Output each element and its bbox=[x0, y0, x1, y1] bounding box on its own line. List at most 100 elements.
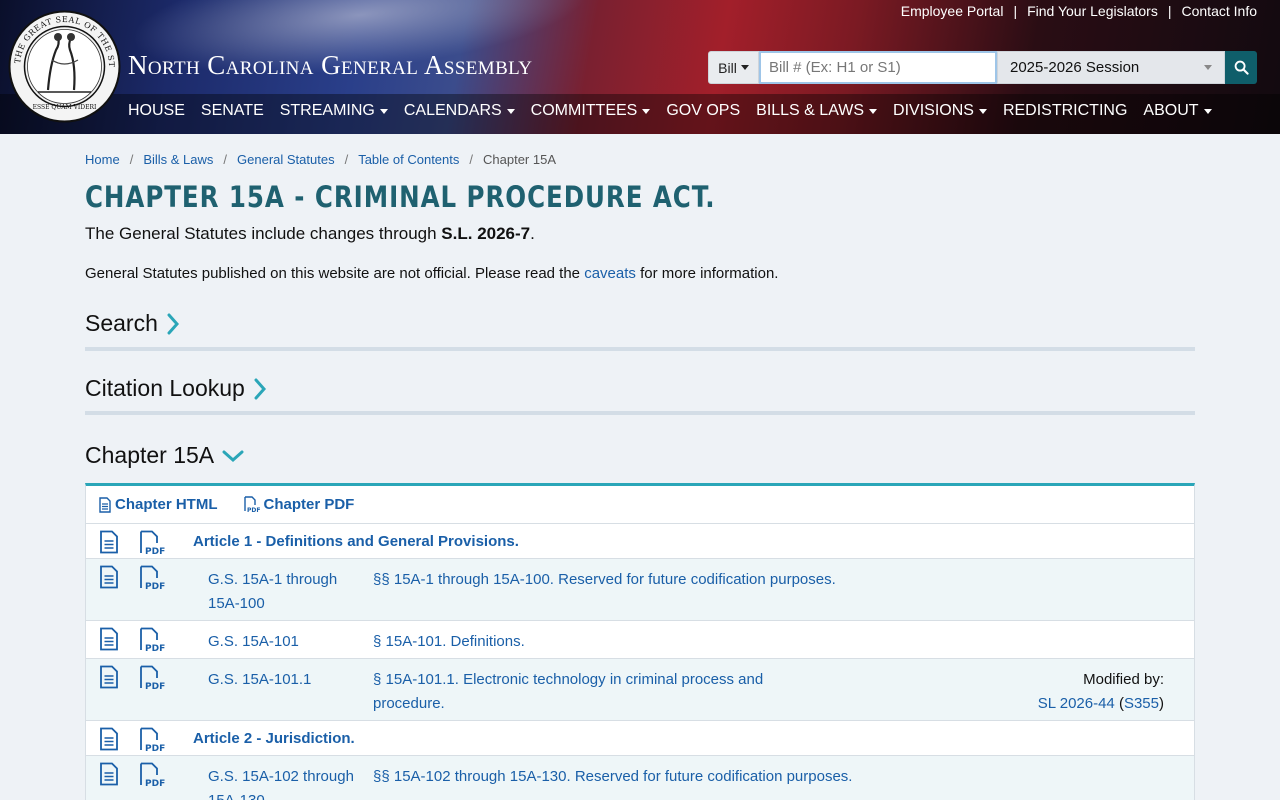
nav-label: STREAMING bbox=[279, 102, 375, 119]
breadcrumb-current: Chapter 15A bbox=[483, 152, 557, 167]
changes-suffix: . bbox=[530, 224, 535, 243]
nav-gov-ops[interactable]: GOV OPS bbox=[666, 102, 740, 120]
session-value: 2025-2026 Session bbox=[1010, 59, 1140, 76]
nav-about[interactable]: ABOUT bbox=[1143, 102, 1212, 120]
section-title-link[interactable]: § 15A-101.1. Electronic technology in cr… bbox=[373, 668, 793, 716]
nav-calendars[interactable]: CALENDARS bbox=[404, 102, 515, 120]
site-title[interactable]: North Carolina General Assembly bbox=[128, 50, 532, 81]
section-title-link[interactable]: §§ 15A-1 through 15A-100. Reserved for f… bbox=[373, 568, 933, 592]
article-title-link[interactable]: Article 2 - Jurisdiction. bbox=[193, 730, 355, 747]
svg-text:PDF: PDF bbox=[145, 547, 165, 556]
modified-by-label: Modified by: bbox=[1083, 671, 1164, 688]
chapter-pdf-label: Chapter PDF bbox=[263, 496, 355, 513]
chapter-pdf-link[interactable]: PDF Chapter PDF bbox=[243, 496, 355, 513]
chevron-down-icon bbox=[869, 108, 878, 114]
search-section-label: Search bbox=[85, 310, 158, 336]
section-row: PDF G.S. 15A-101.1 § 15A-101.1. Electron… bbox=[86, 659, 1194, 721]
html-document-icon[interactable] bbox=[99, 565, 119, 589]
search-button[interactable] bbox=[1225, 51, 1257, 84]
disclaimer-suffix: for more information. bbox=[635, 265, 779, 282]
nav-label: COMMITTEES bbox=[530, 102, 638, 119]
article-title-link[interactable]: Article 1 - Definitions and General Prov… bbox=[193, 533, 519, 550]
nav-streaming[interactable]: STREAMING bbox=[280, 102, 388, 120]
nav-committees[interactable]: COMMITTEES bbox=[531, 102, 651, 120]
nav-label: DIVISIONS bbox=[893, 102, 974, 119]
pdf-document-icon[interactable]: PDF bbox=[139, 727, 165, 753]
nav-label: GOV OPS bbox=[666, 102, 741, 119]
chevron-down-icon bbox=[642, 108, 651, 114]
gs-number-link[interactable]: G.S. 15A-102 through 15A-130 bbox=[208, 765, 358, 800]
chevron-down-icon bbox=[978, 108, 987, 114]
session-law-link[interactable]: SL 2026-44 bbox=[1038, 695, 1115, 712]
svg-text:PDF: PDF bbox=[145, 644, 165, 653]
main-nav: HOUSE SENATE STREAMING CALENDARS COMMITT… bbox=[128, 102, 1228, 120]
chevron-right-icon bbox=[167, 313, 179, 334]
chapter-section-toggle[interactable]: Chapter 15A bbox=[85, 442, 244, 469]
contact-info-link[interactable]: Contact Info bbox=[1182, 3, 1258, 19]
citation-lookup-toggle[interactable]: Citation Lookup bbox=[85, 375, 267, 402]
breadcrumb-home[interactable]: Home bbox=[85, 152, 120, 167]
breadcrumb-table-of-contents[interactable]: Table of Contents bbox=[358, 152, 459, 167]
nav-label: REDISTRICTING bbox=[1002, 102, 1128, 119]
employee-portal-link[interactable]: Employee Portal bbox=[901, 3, 1004, 19]
chevron-down-icon bbox=[740, 65, 749, 70]
official-disclaimer: General Statutes published on this websi… bbox=[85, 265, 778, 282]
pdf-document-icon[interactable]: PDF bbox=[139, 565, 165, 591]
disclaimer-prefix: General Statutes published on this websi… bbox=[85, 265, 585, 282]
state-seal-icon[interactable]: ESSE QUAM VIDERI THE GREAT SEAL OF THE S… bbox=[8, 10, 121, 123]
svg-text:PDF: PDF bbox=[145, 682, 165, 691]
nav-label: SENATE bbox=[200, 102, 264, 119]
breadcrumb-bills-laws[interactable]: Bills & Laws bbox=[143, 152, 213, 167]
nav-bills-laws[interactable]: BILLS & LAWS bbox=[756, 102, 878, 120]
svg-text:PDF: PDF bbox=[145, 779, 165, 788]
find-legislators-link[interactable]: Find Your Legislators bbox=[1027, 3, 1158, 19]
breadcrumb-general-statutes[interactable]: General Statutes bbox=[237, 152, 335, 167]
pdf-document-icon[interactable]: PDF bbox=[139, 762, 165, 788]
nav-senate[interactable]: SENATE bbox=[201, 102, 264, 120]
html-document-icon[interactable] bbox=[99, 530, 119, 554]
html-document-icon bbox=[99, 496, 111, 513]
pdf-document-icon[interactable]: PDF bbox=[139, 627, 165, 653]
article-row: PDF Article 1 - Definitions and General … bbox=[86, 524, 1194, 559]
modified-by-refs: SL 2026-44 (S355) bbox=[1037, 695, 1164, 712]
chapter-html-label: Chapter HTML bbox=[115, 496, 218, 513]
html-document-icon[interactable] bbox=[99, 665, 119, 689]
site-header: ESSE QUAM VIDERI THE GREAT SEAL OF THE S… bbox=[0, 0, 1280, 134]
svg-text:ESSE QUAM VIDERI: ESSE QUAM VIDERI bbox=[33, 104, 97, 111]
session-select[interactable]: 2025-2026 Session bbox=[997, 51, 1225, 84]
section-title-link[interactable]: § 15A-101. Definitions. bbox=[373, 630, 813, 654]
html-document-icon[interactable] bbox=[99, 627, 119, 651]
section-divider bbox=[85, 347, 1195, 351]
changes-session-law: S.L. 2026-7 bbox=[441, 224, 531, 243]
chevron-down-icon bbox=[1204, 65, 1212, 70]
nav-house[interactable]: HOUSE bbox=[128, 102, 185, 120]
nav-label: BILLS & LAWS bbox=[756, 102, 865, 119]
html-document-icon[interactable] bbox=[99, 762, 119, 786]
utility-links: Employee Portal | Find Your Legislators … bbox=[901, 3, 1257, 19]
chapter-html-link[interactable]: Chapter HTML bbox=[99, 496, 218, 513]
modified-by-note: Modified by: SL 2026-44 (S355) bbox=[1038, 668, 1164, 716]
gs-number-link[interactable]: G.S. 15A-101.1 bbox=[208, 668, 358, 692]
nav-redistricting[interactable]: REDISTRICTING bbox=[1003, 102, 1127, 120]
section-title-link[interactable]: §§ 15A-102 through 15A-130. Reserved for… bbox=[373, 765, 953, 789]
chevron-down-icon bbox=[506, 108, 515, 114]
pdf-document-icon[interactable]: PDF bbox=[139, 530, 165, 556]
search-section-toggle[interactable]: Search bbox=[85, 310, 180, 337]
html-document-icon[interactable] bbox=[99, 727, 119, 751]
search-type-label: Bill bbox=[718, 59, 737, 76]
search-type-dropdown[interactable]: Bill bbox=[708, 51, 759, 84]
utility-separator: | bbox=[1167, 3, 1172, 19]
bill-link[interactable]: S355 bbox=[1124, 695, 1159, 712]
bill-number-input[interactable] bbox=[759, 51, 997, 84]
gs-number-link[interactable]: G.S. 15A-101 bbox=[208, 630, 358, 654]
article-row: PDF Article 2 - Jurisdiction. bbox=[86, 721, 1194, 756]
gs-number-link[interactable]: G.S. 15A-1 through 15A-100 bbox=[208, 568, 358, 616]
breadcrumb: Home / Bills & Laws / General Statutes /… bbox=[85, 152, 556, 167]
breadcrumb-separator: / bbox=[129, 152, 134, 167]
chevron-down-icon bbox=[1203, 108, 1212, 114]
changes-prefix: The General Statutes include changes thr… bbox=[85, 224, 442, 243]
page-title: CHAPTER 15A - CRIMINAL PROCEDURE ACT. bbox=[85, 180, 716, 214]
nav-divisions[interactable]: DIVISIONS bbox=[893, 102, 987, 120]
caveats-link[interactable]: caveats bbox=[584, 265, 636, 282]
pdf-document-icon[interactable]: PDF bbox=[139, 665, 165, 691]
